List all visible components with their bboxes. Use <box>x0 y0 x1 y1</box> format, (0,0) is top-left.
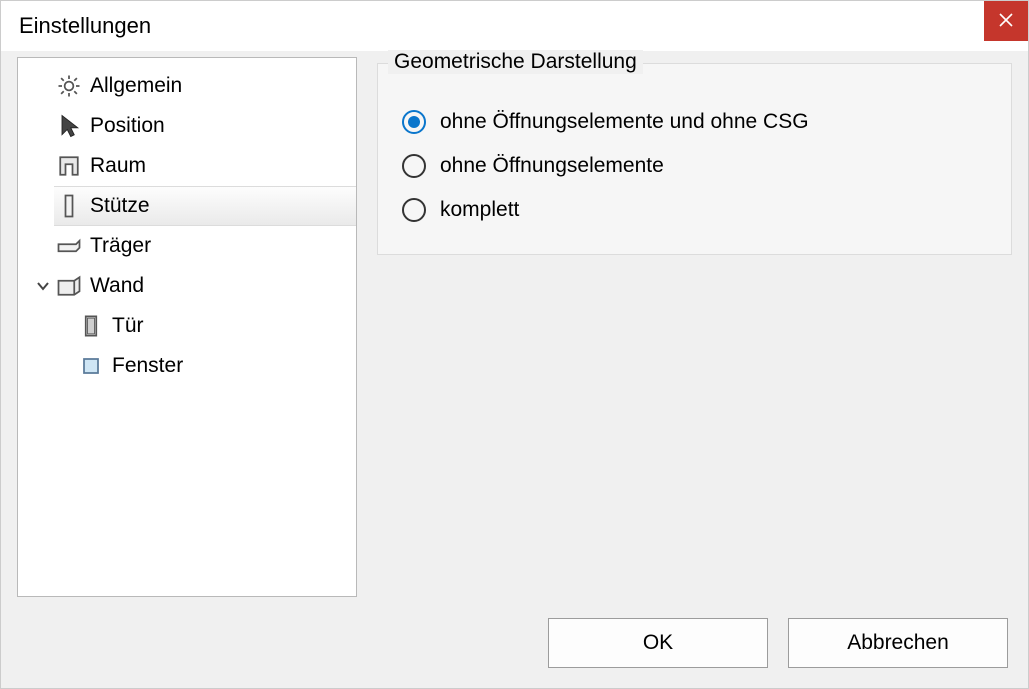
radio-no-openings[interactable]: ohne Öffnungselemente <box>402 144 987 188</box>
tree-item-label: Stütze <box>90 194 150 218</box>
radio-complete[interactable]: komplett <box>402 188 987 232</box>
tree-item-fenster[interactable]: Fenster <box>18 346 356 386</box>
tree-item-raum[interactable]: Raum <box>18 146 356 186</box>
radio-label: ohne Öffnungselemente und ohne CSG <box>440 110 809 134</box>
radio-icon <box>402 198 426 222</box>
tree-item-wand[interactable]: Wand <box>18 266 356 306</box>
radio-icon <box>402 154 426 178</box>
tree-item-position[interactable]: Position <box>18 106 356 146</box>
tree-item-label: Raum <box>90 154 146 178</box>
radio-no-openings-no-csg[interactable]: ohne Öffnungselemente und ohne CSG <box>402 100 987 144</box>
beam-icon <box>54 231 84 261</box>
nav-tree[interactable]: Allgemein Position <box>17 57 357 597</box>
button-label: OK <box>643 631 673 655</box>
cursor-icon <box>54 111 84 141</box>
dialog-body: Allgemein Position <box>1 51 1028 606</box>
door-icon <box>76 311 106 341</box>
button-label: Abbrechen <box>847 631 949 655</box>
tree-item-label: Tür <box>112 314 144 338</box>
room-icon <box>54 151 84 181</box>
radio-label: ohne Öffnungselemente <box>440 154 664 178</box>
tree-item-allgemein[interactable]: Allgemein <box>18 66 356 106</box>
chevron-down-icon[interactable] <box>32 279 54 293</box>
tree-item-label: Fenster <box>112 354 183 378</box>
titlebar: Einstellungen <box>1 1 1028 51</box>
ok-button[interactable]: OK <box>548 618 768 668</box>
tree-item-label: Wand <box>90 274 144 298</box>
column-icon <box>54 191 84 221</box>
radio-label: komplett <box>440 198 519 222</box>
close-button[interactable] <box>984 1 1028 41</box>
tree-item-label: Allgemein <box>90 74 182 98</box>
group-geometric-representation: Geometrische Darstellung ohne Öffnungsel… <box>377 63 1012 255</box>
tree-item-label: Träger <box>90 234 151 258</box>
tree-item-stuetze[interactable]: Stütze <box>18 186 356 226</box>
close-icon <box>999 10 1013 33</box>
wall-icon <box>54 271 84 301</box>
tree-item-label: Position <box>90 114 165 138</box>
radio-icon <box>402 110 426 134</box>
tree-item-tuer[interactable]: Tür <box>18 306 356 346</box>
window-title: Einstellungen <box>19 13 151 39</box>
settings-dialog: Einstellungen Allgemein <box>0 0 1029 689</box>
window-icon <box>76 351 106 381</box>
content-panel: Geometrische Darstellung ohne Öffnungsel… <box>357 57 1012 606</box>
cancel-button[interactable]: Abbrechen <box>788 618 1008 668</box>
groupbox-title: Geometrische Darstellung <box>388 50 643 74</box>
dialog-footer: OK Abbrechen <box>548 618 1008 668</box>
tree-item-traeger[interactable]: Träger <box>18 226 356 266</box>
gear-icon <box>54 71 84 101</box>
